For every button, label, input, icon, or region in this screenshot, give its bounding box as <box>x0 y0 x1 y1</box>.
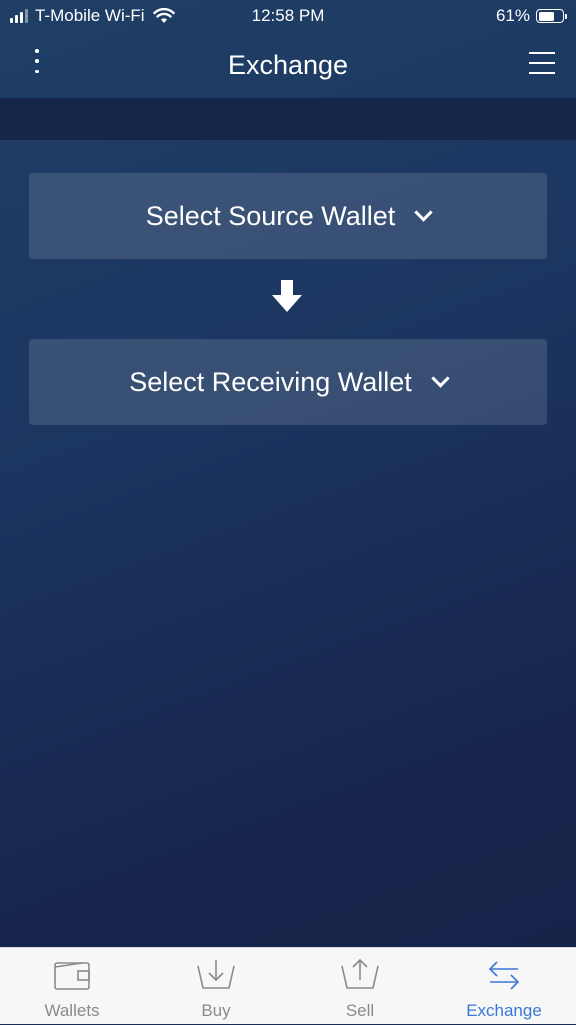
battery-icon <box>536 9 567 23</box>
battery-percent: 61% <box>495 6 530 25</box>
page-title: Exchange <box>227 50 349 80</box>
chevron-down-icon <box>414 202 433 222</box>
receiving-wallet-label: Select Receiving Wallet <box>129 366 412 397</box>
nav-bar: Exchange <box>0 34 576 98</box>
status-time: 12:58 PM <box>251 6 325 25</box>
arrow-down-icon <box>272 280 302 312</box>
tab-bar: Wallets Buy Sell Exchange <box>0 947 576 1024</box>
wallet-icon <box>54 962 90 990</box>
chevron-down-icon <box>431 368 450 388</box>
source-wallet-label: Select Source Wallet <box>145 200 396 231</box>
exchange-screen: T-Mobile Wi-Fi 12:58 PM 61% Exchange Sel… <box>0 0 576 1024</box>
hamburger-menu-icon[interactable] <box>529 52 555 74</box>
tab-sell[interactable]: Sell <box>288 948 432 1025</box>
tab-wallets[interactable]: Wallets <box>0 948 144 1025</box>
header-divider-band <box>0 98 576 140</box>
tab-label-sell: Sell <box>345 1001 375 1020</box>
source-wallet-selector[interactable]: Select Source Wallet <box>29 173 547 259</box>
status-bar: T-Mobile Wi-Fi 12:58 PM 61% <box>0 0 576 34</box>
sell-basket-icon <box>341 958 379 989</box>
tab-buy[interactable]: Buy <box>144 948 288 1025</box>
buy-basket-icon <box>197 960 235 989</box>
receiving-wallet-selector[interactable]: Select Receiving Wallet <box>29 339 547 425</box>
status-right: 61% <box>495 6 567 26</box>
exchange-arrows-icon <box>488 961 520 990</box>
tab-label-exchange: Exchange <box>466 1001 542 1020</box>
tab-exchange[interactable]: Exchange <box>432 948 576 1025</box>
tab-label-buy: Buy <box>201 1001 231 1020</box>
tab-label-wallets: Wallets <box>44 1001 100 1020</box>
